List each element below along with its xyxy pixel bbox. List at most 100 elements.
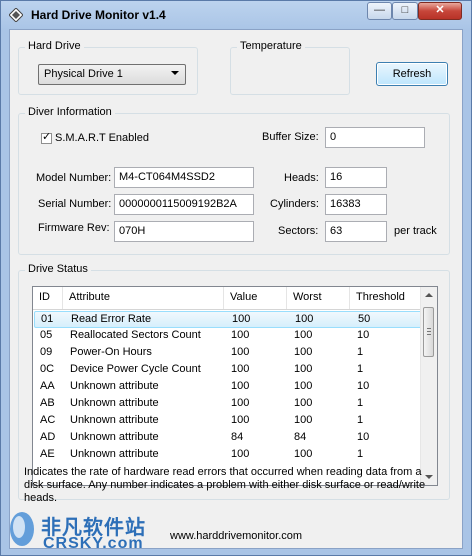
buffer-size-label: Buffer Size: xyxy=(262,131,319,143)
table-cell: 0C xyxy=(40,363,55,375)
app-icon xyxy=(9,8,23,22)
firmware-label: Firmware Rev: xyxy=(38,222,110,234)
table-row[interactable]: 01 Read Error Rate 100 100 50 xyxy=(34,311,426,328)
table-cell: 100 xyxy=(294,397,313,409)
table-cell: 1 xyxy=(357,346,364,358)
attributes-list[interactable]: ID Attribute Value Worst Threshold 01 Rea… xyxy=(32,286,438,486)
table-cell: 1 xyxy=(357,397,364,409)
serial-label: Serial Number: xyxy=(38,198,112,210)
watermark: 非凡软件站 CRSKY.com xyxy=(3,501,163,557)
table-cell: AC xyxy=(40,414,56,426)
table-row[interactable]: AE Unknown attribute 100 100 1 xyxy=(34,447,426,464)
smart-checkbox[interactable]: ✓ xyxy=(41,131,52,144)
drive-select-value: Physical Drive 1 xyxy=(44,68,123,80)
table-cell: Device Power Cycle Count xyxy=(70,363,201,375)
attribute-description: Indicates the rate of hardware read erro… xyxy=(24,466,426,504)
footer-link[interactable]: www.harddrivemonitor.com xyxy=(170,530,302,542)
table-cell: AE xyxy=(40,448,55,460)
heads-field[interactable]: 16 xyxy=(325,167,387,188)
table-cell: Reallocated Sectors Count xyxy=(70,329,201,341)
temperature-label: Temperature xyxy=(237,40,305,52)
table-row[interactable]: 0C Device Power Cycle Count 100 100 1 xyxy=(34,362,426,379)
table-cell: AD xyxy=(40,431,56,443)
cylinders-label: Cylinders: xyxy=(270,198,319,210)
column-header-threshold[interactable]: Threshold xyxy=(350,287,427,309)
list-header: ID Attribute Value Worst Threshold xyxy=(33,287,427,310)
vertical-scrollbar[interactable] xyxy=(420,287,437,485)
sectors-field[interactable]: 63 xyxy=(325,221,387,242)
table-row[interactable]: AD Unknown attribute 84 84 10 xyxy=(34,430,426,447)
table-cell: 100 xyxy=(294,363,313,375)
column-header-value[interactable]: Value xyxy=(224,287,287,309)
scroll-thumb[interactable] xyxy=(423,307,434,357)
table-cell: 84 xyxy=(231,431,244,443)
table-cell: Read Error Rate xyxy=(71,313,152,325)
table-cell: Unknown attribute xyxy=(70,414,159,426)
table-cell: 05 xyxy=(40,329,53,341)
table-row[interactable]: 05 Reallocated Sectors Count 100 100 10 xyxy=(34,328,426,345)
table-cell: 84 xyxy=(294,431,307,443)
model-label: Model Number: xyxy=(36,172,112,184)
table-cell: 01 xyxy=(41,313,54,325)
watermark-subtext: CRSKY.com xyxy=(43,535,144,552)
table-cell: 100 xyxy=(294,346,313,358)
table-cell: 1 xyxy=(357,448,364,460)
table-cell: AA xyxy=(40,380,55,392)
table-cell: 100 xyxy=(294,448,313,460)
buffer-size-field[interactable]: 0 xyxy=(325,127,425,148)
hard-drive-group: Hard Drive Physical Drive 1 xyxy=(18,40,198,95)
table-row[interactable]: AA Unknown attribute 100 100 10 xyxy=(34,379,426,396)
check-icon: ✓ xyxy=(42,131,52,143)
per-track-label: per track xyxy=(394,225,437,237)
column-header-id[interactable]: ID xyxy=(33,287,63,309)
client-area: Hard Drive Physical Drive 1 Temperature … xyxy=(9,29,463,549)
close-button[interactable]: ✕ xyxy=(418,2,462,20)
column-header-worst[interactable]: Worst xyxy=(287,287,350,309)
table-cell: Unknown attribute xyxy=(70,380,159,392)
sectors-label: Sectors: xyxy=(278,225,319,237)
table-row[interactable]: AB Unknown attribute 100 100 1 xyxy=(34,396,426,413)
hard-drive-label: Hard Drive xyxy=(25,40,84,52)
table-cell: 10 xyxy=(357,329,370,341)
table-cell: 100 xyxy=(294,380,313,392)
table-cell: Unknown attribute xyxy=(70,448,159,460)
firmware-field[interactable]: 070H xyxy=(114,221,254,242)
model-field[interactable]: M4-CT064M4SSD2 xyxy=(114,167,254,188)
table-row[interactable]: AC Unknown attribute 100 100 1 xyxy=(34,413,426,430)
table-cell: 100 xyxy=(231,448,250,460)
table-cell: Power-On Hours xyxy=(70,346,152,358)
chevron-down-icon xyxy=(171,71,179,75)
cylinders-field[interactable]: 16383 xyxy=(325,194,387,215)
window-title: Hard Drive Monitor v1.4 xyxy=(31,8,166,22)
table-cell: Unknown attribute xyxy=(70,431,159,443)
table-cell: 100 xyxy=(232,313,251,325)
table-cell: 09 xyxy=(40,346,53,358)
table-cell: 100 xyxy=(295,313,314,325)
table-row[interactable]: 09 Power-On Hours 100 100 1 xyxy=(34,345,426,362)
table-cell: 50 xyxy=(358,313,371,325)
title-bar[interactable]: Hard Drive Monitor v1.4 — □ ✕ xyxy=(1,1,471,29)
table-cell: 100 xyxy=(231,414,250,426)
table-cell: 100 xyxy=(231,346,250,358)
table-cell: Unknown attribute xyxy=(70,397,159,409)
drive-select[interactable]: Physical Drive 1 xyxy=(38,64,186,85)
minimize-button[interactable]: — xyxy=(367,2,392,20)
table-cell: 100 xyxy=(294,329,313,341)
column-header-attribute[interactable]: Attribute xyxy=(63,287,224,309)
table-cell: 1 xyxy=(357,414,364,426)
drive-status-label: Drive Status xyxy=(25,263,91,275)
table-cell: 1 xyxy=(357,363,364,375)
table-cell: 10 xyxy=(357,380,370,392)
smart-label: S.M.A.R.T Enabled xyxy=(55,132,149,144)
scroll-up-icon[interactable] xyxy=(425,293,433,297)
driver-info-label: Diver Information xyxy=(25,106,115,118)
refresh-button[interactable]: Refresh xyxy=(376,62,448,86)
app-window: Hard Drive Monitor v1.4 — □ ✕ Hard Drive… xyxy=(0,0,472,556)
table-cell: 100 xyxy=(231,329,250,341)
maximize-button[interactable]: □ xyxy=(392,2,418,20)
serial-field[interactable]: 0000000115009192B2A xyxy=(114,194,254,215)
table-cell: 100 xyxy=(231,397,250,409)
table-cell: AB xyxy=(40,397,55,409)
heads-label: Heads: xyxy=(284,172,319,184)
table-cell: 100 xyxy=(231,380,250,392)
